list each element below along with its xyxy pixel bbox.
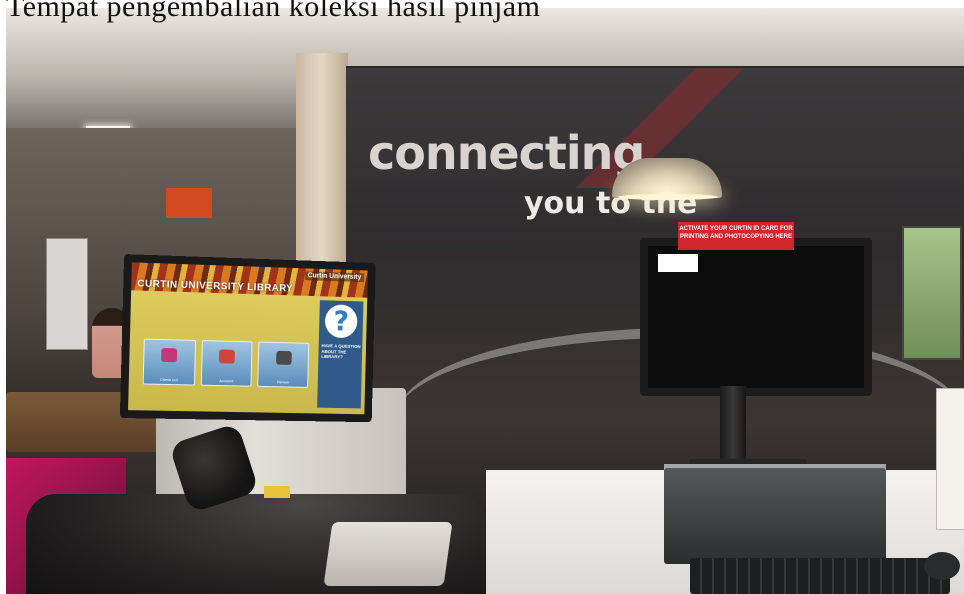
kiosk-display: Curtin University CURTIN UNIVERSITY LIBR… (128, 262, 368, 415)
tile-label: Check out (159, 376, 178, 383)
library-photo: connecting you to the Curtin University … (6, 8, 964, 594)
mouse[interactable] (924, 552, 960, 580)
help-panel[interactable]: ? HAVE A QUESTION ABOUT THE LIBRARY? (317, 300, 364, 409)
desktop-pc (664, 468, 886, 564)
kiosk-tiles: Check out Account Renew (142, 338, 310, 388)
card-icon (218, 349, 235, 364)
monitor (640, 238, 872, 396)
keyboard[interactable] (690, 558, 950, 594)
monitor-screen[interactable] (648, 246, 864, 388)
lamp-glow (618, 194, 718, 200)
window (902, 226, 962, 360)
monitor-stand (720, 386, 746, 466)
account-tile[interactable]: Account (200, 340, 253, 387)
tile-label: Renew (276, 379, 290, 385)
kiosk-sticker (264, 486, 290, 498)
monitor-sign: ACTIVATE YOUR CURTIN ID CARD FOR PRINTIN… (678, 222, 794, 250)
renew-tile[interactable]: Renew (257, 341, 310, 388)
tile-label: Account (219, 378, 234, 384)
return-slot[interactable] (323, 522, 453, 586)
caption: Tempat pengembalian koleksi hasil pinjam (6, 0, 541, 23)
photo-canvas: connecting you to the Curtin University … (0, 0, 964, 594)
pillar (296, 53, 348, 263)
question-icon: ? (324, 304, 358, 339)
books-icon (275, 350, 292, 365)
monitor-logo (658, 254, 698, 272)
help-sign (166, 188, 212, 218)
kiosk-screen[interactable]: Curtin University CURTIN UNIVERSITY LIBR… (119, 254, 376, 423)
pendant-lamp (612, 158, 722, 198)
help-text: HAVE A QUESTION ABOUT THE LIBRARY? (321, 343, 361, 360)
door (46, 238, 88, 350)
info-card (936, 388, 964, 530)
checkout-tile[interactable]: Check out (142, 338, 196, 386)
basket-icon (161, 347, 178, 363)
wall-graphic-text-1: connecting (368, 126, 645, 180)
